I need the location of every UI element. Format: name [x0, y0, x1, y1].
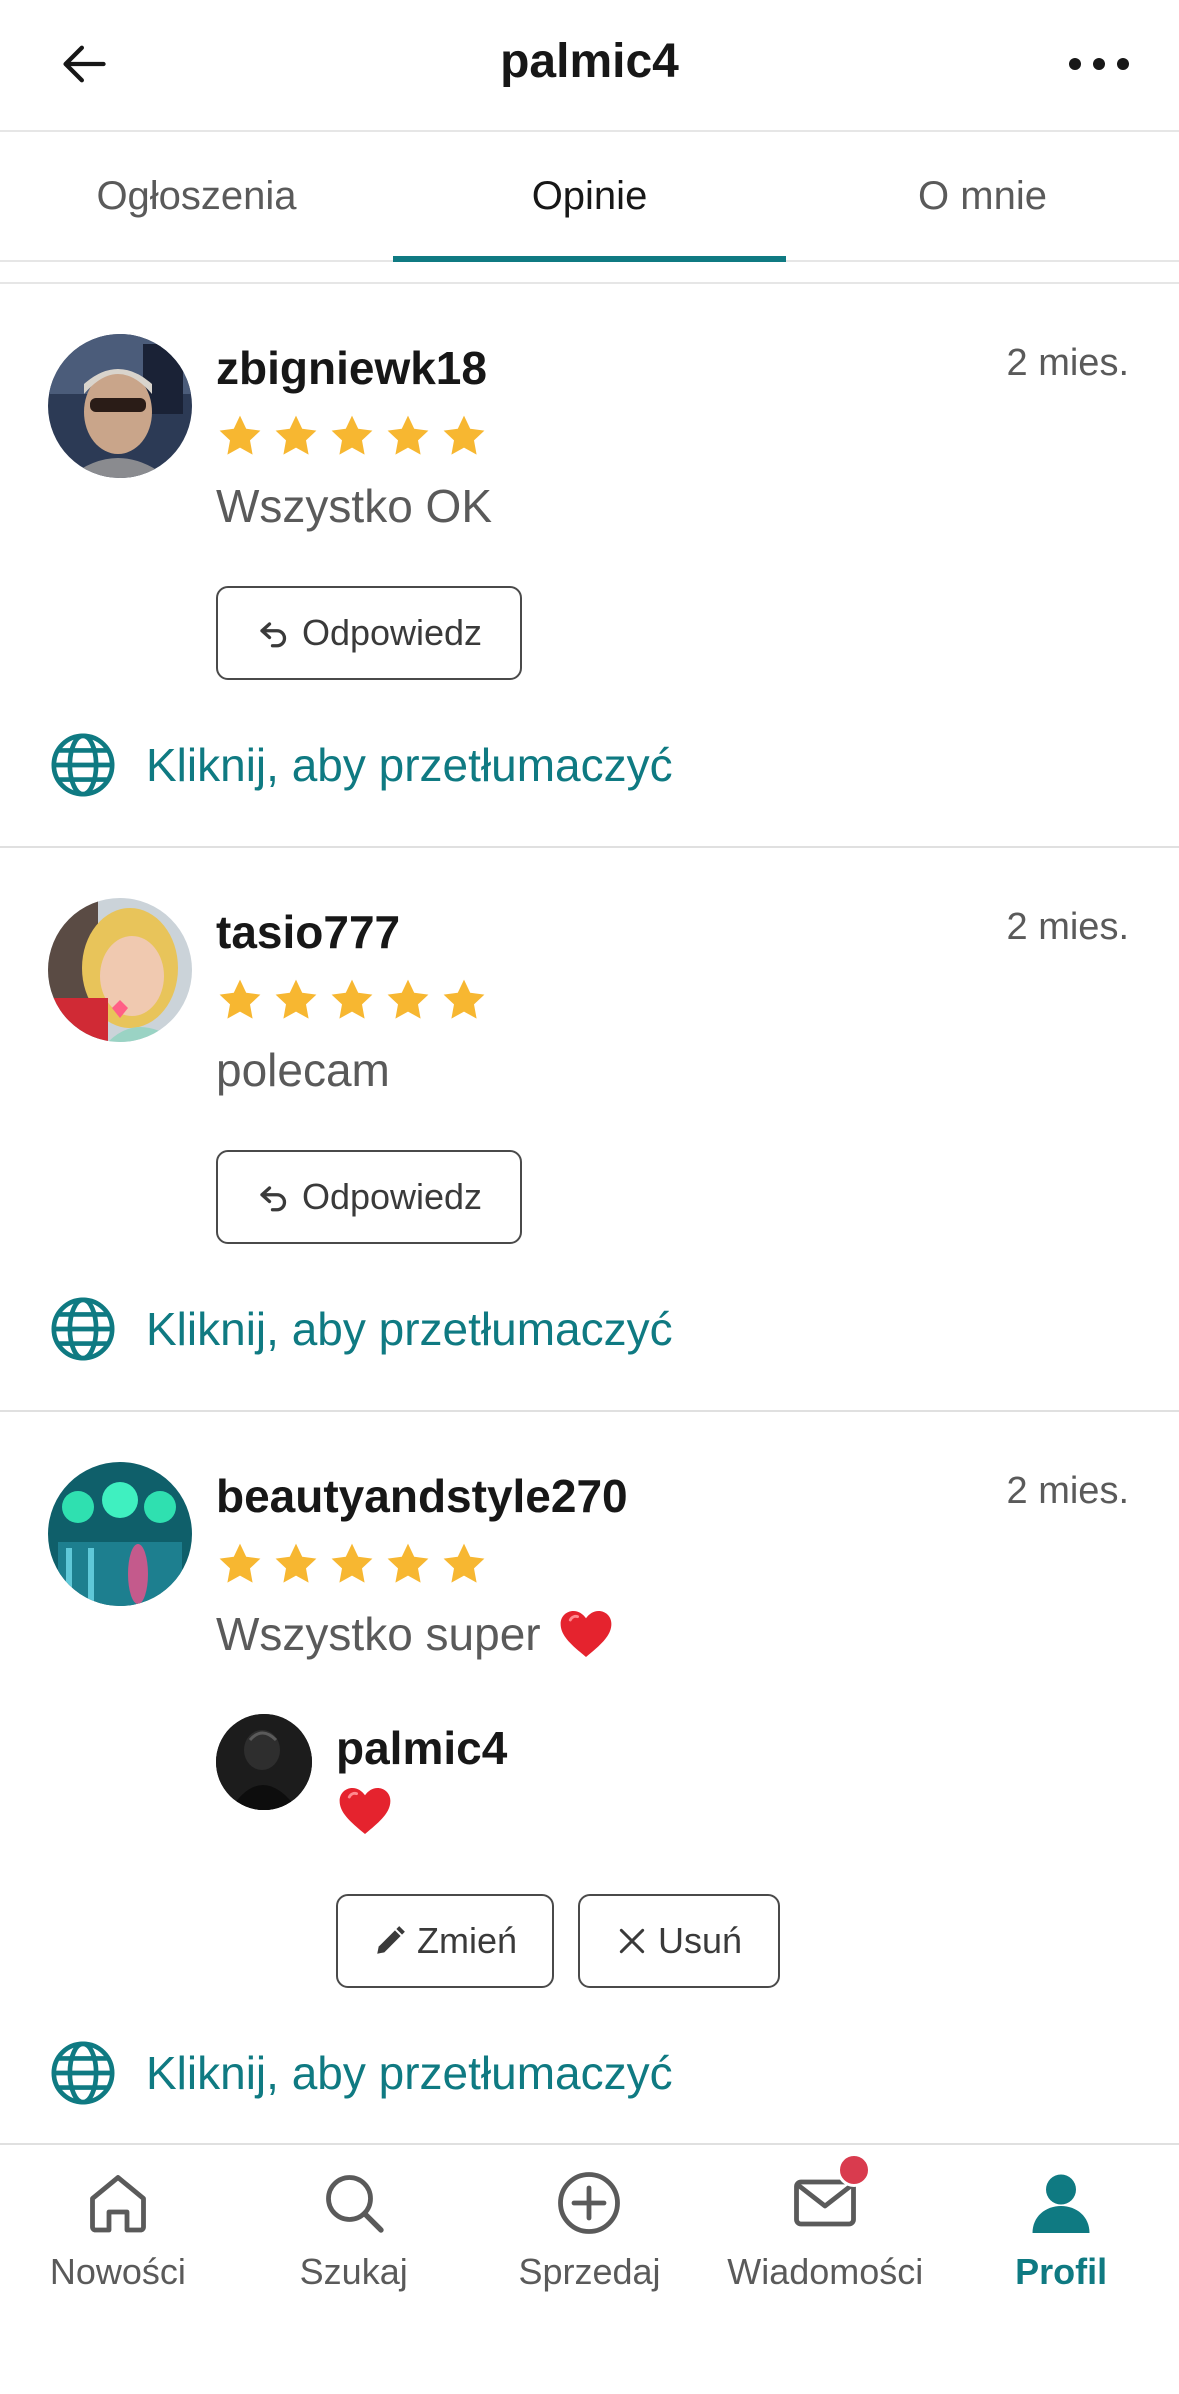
- search-icon: [325, 2175, 384, 2233]
- translate-label: Kliknij, aby przetłumaczyć: [146, 1303, 673, 1355]
- star-icon: [384, 412, 432, 460]
- tab-separator: [0, 282, 1179, 284]
- review-comment-text: Wszystko super: [216, 1608, 541, 1660]
- globe-icon: [48, 1294, 118, 1364]
- star-icon: [384, 976, 432, 1024]
- star-icon: [328, 412, 376, 460]
- tab-opinie[interactable]: Opinie: [393, 132, 786, 262]
- nav-label: Szukaj: [299, 2251, 408, 2292]
- reply-button-label: Odpowiedz: [301, 1176, 483, 1217]
- nav-label: Wiadomości: [727, 2251, 924, 2292]
- edit-reply-button[interactable]: Zmień: [336, 1894, 554, 1988]
- star-icon: [440, 1540, 488, 1588]
- more-options-button[interactable]: [1059, 28, 1139, 100]
- translate-link[interactable]: Kliknij, aby przetłumaczyć: [48, 730, 673, 800]
- review-comment-text: Wszystko OK: [216, 480, 493, 532]
- nav-wiadomosci[interactable]: Wiadomości: [707, 2145, 943, 2394]
- review-divider: [0, 1410, 1179, 1412]
- nav-nowosci[interactable]: Nowości: [0, 2145, 236, 2394]
- review-time: 2 mies.: [1006, 342, 1129, 384]
- star-icon: [272, 1540, 320, 1588]
- nav-profil[interactable]: Profil: [943, 2145, 1179, 2394]
- star-icon: [216, 976, 264, 1024]
- star-icon: [440, 412, 488, 460]
- review-time: 2 mies.: [1006, 906, 1129, 948]
- star-icon: [328, 1540, 376, 1588]
- more-horizontal-icon: [1069, 58, 1129, 70]
- notification-badge: [837, 2153, 872, 2187]
- page-title: palmic4: [500, 35, 679, 88]
- nav-label: Nowości: [49, 2251, 186, 2292]
- avatar[interactable]: [48, 334, 192, 478]
- tab-o-mnie[interactable]: O mnie: [786, 132, 1179, 260]
- seller-avatar[interactable]: [216, 1714, 312, 1810]
- reply-button[interactable]: Odpowiedz: [216, 1150, 522, 1244]
- review-comment-text: polecam: [216, 1044, 390, 1096]
- star-icon: [216, 1540, 264, 1588]
- bottom-navigation: Nowości Szukaj Sprzedaj Wiadomości Profi…: [0, 2143, 1179, 2394]
- review-comment: Wszystko super: [216, 1604, 615, 1664]
- review-username[interactable]: tasio777: [216, 904, 400, 960]
- edit-reply-label: Zmień: [416, 1920, 518, 1961]
- star-icon: [272, 976, 320, 1024]
- seller-reply-username[interactable]: palmic4: [336, 1720, 507, 1776]
- translate-label: Kliknij, aby przetłumaczyć: [146, 739, 673, 791]
- tab-ogloszenia[interactable]: Ogłoszenia: [0, 132, 393, 260]
- review-username[interactable]: beautyandstyle270: [216, 1468, 628, 1524]
- nav-label: Profil: [1015, 2251, 1108, 2292]
- star-icon: [272, 412, 320, 460]
- review-comment: Wszystko OK: [216, 476, 492, 536]
- heart-emoji-icon: [557, 1605, 615, 1663]
- review-username[interactable]: zbigniewk18: [216, 340, 487, 396]
- review-comment: polecam: [216, 1040, 390, 1100]
- star-rating: [216, 412, 488, 460]
- avatar[interactable]: [48, 1462, 192, 1606]
- review-time: 2 mies.: [1006, 1470, 1129, 1512]
- nav-szukaj[interactable]: Szukaj: [236, 2145, 472, 2394]
- star-icon: [440, 976, 488, 1024]
- reply-icon: [256, 1179, 292, 1215]
- profile-tabs: Ogłoszenia Opinie O mnie: [0, 132, 1179, 262]
- top-bar: palmic4: [0, 0, 1179, 132]
- star-rating: [216, 976, 488, 1024]
- reply-button[interactable]: Odpowiedz: [216, 586, 522, 680]
- globe-icon: [48, 730, 118, 800]
- globe-icon: [48, 2038, 118, 2108]
- star-icon: [216, 412, 264, 460]
- nav-label: Sprzedaj: [518, 2251, 661, 2292]
- heart-emoji-icon: [336, 1782, 394, 1840]
- star-icon: [384, 1540, 432, 1588]
- reply-button-label: Odpowiedz: [301, 612, 483, 653]
- delete-reply-button[interactable]: Usuń: [578, 1894, 780, 1988]
- translate-link[interactable]: Kliknij, aby przetłumaczyć: [48, 1294, 673, 1364]
- home-icon: [89, 2175, 146, 2233]
- star-icon: [328, 976, 376, 1024]
- seller-reply-text: [336, 1782, 394, 1866]
- plus-circle-icon: [558, 2172, 621, 2234]
- avatar[interactable]: [48, 898, 192, 1042]
- translate-link[interactable]: Kliknij, aby przetłumaczyć: [48, 2038, 673, 2108]
- close-icon: [619, 1928, 645, 1954]
- translate-label: Kliknij, aby przetłumaczyć: [146, 2047, 673, 2099]
- review-divider: [0, 846, 1179, 848]
- pencil-icon: [377, 1926, 405, 1954]
- reply-icon: [256, 615, 292, 651]
- star-rating: [216, 1540, 488, 1588]
- delete-reply-label: Usuń: [657, 1920, 743, 1961]
- person-icon: [1032, 2174, 1090, 2233]
- nav-sprzedaj[interactable]: Sprzedaj: [472, 2145, 708, 2394]
